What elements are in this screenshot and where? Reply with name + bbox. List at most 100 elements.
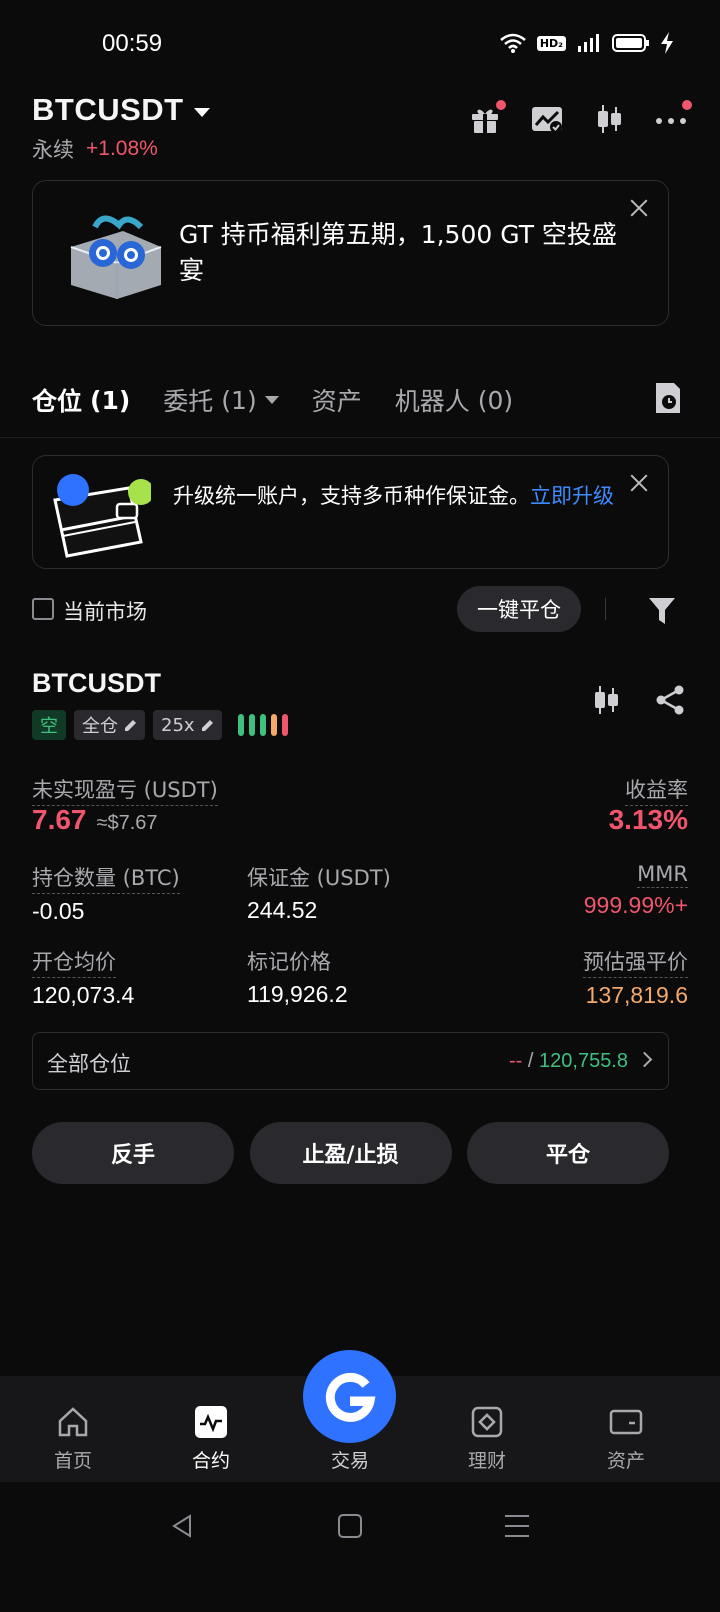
tab-orders[interactable]: 委托 (1): [163, 382, 279, 418]
trade-icon: [325, 1372, 375, 1422]
all-positions-row[interactable]: 全部仓位 -- / 120,755.8: [32, 1032, 669, 1090]
unrealized-pnl-value: 7.67: [32, 804, 87, 835]
notification-dot: [496, 100, 506, 110]
tab-positions[interactable]: 仓位 (1): [32, 382, 130, 418]
nav-label: 资产: [606, 1450, 645, 1472]
side-badge: 空: [32, 710, 66, 740]
home-icon: [55, 1404, 91, 1440]
tab-assets[interactable]: 资产: [312, 382, 362, 418]
mark-price-label: 标记价格: [247, 950, 331, 974]
mmr-label[interactable]: MMR: [637, 862, 688, 888]
size-value: -0.05: [32, 898, 85, 924]
unrealized-pnl-label[interactable]: 未实现盈亏 (USDT): [32, 774, 218, 806]
status-icons: HD₂: [499, 32, 674, 54]
promo-banner[interactable]: GT 持币福利第五期，1,500 GT 空投盛宴: [32, 180, 669, 326]
mmr-value: 999.99%+: [583, 892, 688, 918]
roe-label[interactable]: 收益率: [625, 774, 688, 806]
trade-button[interactable]: [303, 1350, 396, 1443]
margin-value: 244.52: [247, 897, 318, 923]
futures-icon: [193, 1404, 229, 1440]
symbol-title: BTCUSDT: [32, 92, 184, 127]
price-change: +1.08%: [86, 137, 158, 160]
pencil-icon: [125, 719, 136, 731]
close-all-button[interactable]: 一键平仓: [457, 586, 581, 632]
battery-icon: [612, 34, 649, 52]
size-label[interactable]: 持仓数量 (BTC): [32, 862, 180, 894]
pencil-icon: [201, 719, 213, 731]
position-tags: 空 全仓 25x: [32, 710, 288, 740]
nav-earn[interactable]: 理财: [447, 1404, 527, 1473]
contract-type: 永续: [32, 138, 74, 162]
risk-indicator: [237, 714, 288, 736]
entry-price-value: 120,073.4: [32, 982, 135, 1008]
upgrade-text: 升级统一账户，支持多币种作保证金。: [173, 484, 530, 508]
all-positions-right: 120,755.8: [539, 1050, 628, 1072]
gift-box-illustration: [70, 215, 162, 299]
position-actions: 反手 止盈/止损 平仓: [32, 1122, 669, 1184]
upgrade-link[interactable]: 立即升级: [530, 484, 614, 508]
tab-count: (1): [90, 385, 131, 415]
position-tabs: 仓位 (1) 委托 (1) 资产 机器人 (0): [32, 380, 688, 420]
wallet-illustration: [53, 474, 151, 558]
nav-futures[interactable]: 合约: [171, 1404, 251, 1473]
gift-icon[interactable]: [468, 100, 506, 136]
close-position-button[interactable]: 平仓: [467, 1122, 669, 1184]
earn-icon: [469, 1404, 505, 1440]
candlestick-icon[interactable]: [592, 102, 626, 136]
filter-row: 当前市场 一键平仓: [32, 586, 688, 632]
status-time: 00:59: [102, 30, 163, 57]
margin-mode-tag[interactable]: 全仓: [74, 710, 145, 740]
filter-icon[interactable]: [648, 596, 676, 626]
leverage-tag[interactable]: 25x: [153, 710, 222, 740]
nav-home[interactable]: 首页: [33, 1404, 113, 1473]
current-market-checkbox[interactable]: [32, 598, 54, 620]
margin-mode-label: 全仓: [82, 716, 118, 737]
liq-price-value: 137,819.6: [585, 982, 688, 1008]
tab-label: 仓位: [32, 387, 83, 416]
all-positions-left: --: [509, 1050, 523, 1072]
more-icon[interactable]: [654, 100, 692, 136]
tab-count: (1): [221, 385, 257, 415]
back-icon[interactable]: [168, 1512, 196, 1540]
tab-label: 委托: [163, 387, 214, 416]
close-icon[interactable]: [628, 197, 650, 219]
unrealized-pnl-usd: ≈$7.67: [96, 812, 158, 834]
nav-label: 合约: [191, 1450, 230, 1472]
nav-label: 理财: [467, 1450, 506, 1472]
signal-icon: [578, 34, 599, 52]
charging-icon: [661, 32, 673, 54]
tab-bots[interactable]: 机器人 (0): [395, 382, 513, 418]
close-icon[interactable]: [628, 472, 650, 494]
header: BTCUSDT 永续 +1.08%: [32, 92, 692, 172]
mark-price-value: 119,926.2: [247, 981, 348, 1007]
position-symbol: BTCUSDT: [32, 668, 161, 698]
divider: [605, 598, 606, 620]
current-market-label: 当前市场: [63, 600, 147, 624]
roe-value: 3.13%: [608, 804, 688, 835]
status-bar: 00:59 HD₂: [0, 0, 720, 90]
margin-label: 保证金 (USDT): [247, 866, 391, 890]
candlestick-icon[interactable]: [590, 684, 622, 716]
liq-price-label[interactable]: 预估强平价: [583, 946, 688, 978]
wifi-icon: [500, 33, 526, 53]
notification-dot: [682, 100, 692, 110]
tab-label: 机器人: [394, 387, 470, 416]
history-icon[interactable]: [654, 381, 682, 415]
nav-label: 首页: [53, 1450, 92, 1472]
home-square-icon[interactable]: [337, 1513, 363, 1539]
upgrade-banner[interactable]: 升级统一账户，支持多币种作保证金。立即升级: [32, 455, 669, 569]
chevron-right-icon: [636, 1051, 653, 1068]
reverse-button[interactable]: 反手: [32, 1122, 234, 1184]
entry-price-label[interactable]: 开仓均价: [32, 946, 116, 978]
chart-verify-icon[interactable]: [530, 102, 564, 136]
divider: [0, 437, 720, 438]
nav-label: 交易: [330, 1450, 369, 1472]
tp-sl-button[interactable]: 止盈/止损: [249, 1122, 452, 1184]
chevron-down-icon: [193, 107, 210, 117]
menu-icon[interactable]: [503, 1513, 531, 1539]
nav-assets[interactable]: 资产: [586, 1404, 666, 1473]
promo-text: GT 持币福利第五期，1,500 GT 空投盛宴: [179, 220, 617, 285]
system-nav-bar: [0, 1482, 720, 1612]
chevron-down-icon: [264, 396, 279, 404]
share-icon[interactable]: [654, 684, 686, 716]
